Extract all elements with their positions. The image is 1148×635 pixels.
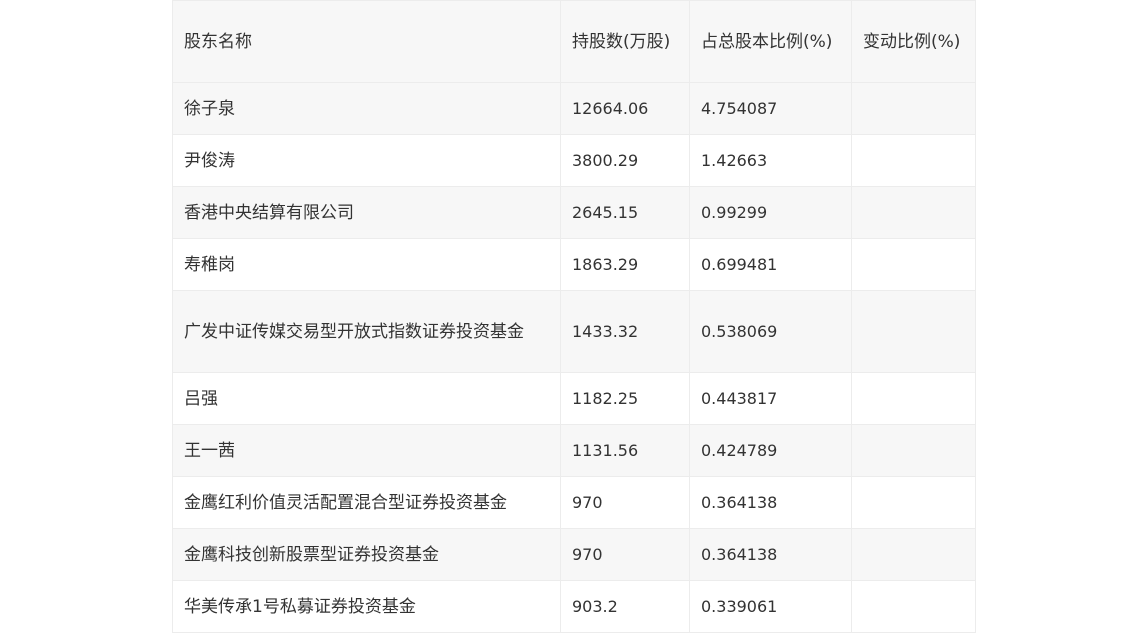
cell-name: 尹俊涛: [172, 134, 561, 187]
cell-name: 香港中央结算有限公司: [172, 186, 561, 239]
cell-change: [851, 82, 976, 135]
cell-ratio: 4.754087: [689, 82, 852, 135]
cell-change: [851, 134, 976, 187]
cell-change: [851, 528, 976, 581]
cell-shares: 1863.29: [560, 238, 690, 291]
header-share-ratio: 占总股本比例(%): [689, 0, 852, 83]
header-row: 股东名称 持股数(万股) 占总股本比例(%) 变动比例(%): [172, 0, 976, 83]
cell-name: 金鹰红利价值灵活配置混合型证券投资基金: [172, 476, 561, 529]
table-row: 香港中央结算有限公司 2645.15 0.99299: [172, 186, 976, 239]
shareholders-table-container: 股东名称 持股数(万股) 占总股本比例(%) 变动比例(%) 徐子泉 12664…: [172, 0, 976, 633]
header-shares: 持股数(万股): [560, 0, 690, 83]
cell-change: [851, 580, 976, 633]
table-row: 华美传承1号私募证券投资基金 903.2 0.339061: [172, 580, 976, 633]
table-row: 广发中证传媒交易型开放式指数证券投资基金 1433.32 0.538069: [172, 290, 976, 373]
cell-name: 金鹰科技创新股票型证券投资基金: [172, 528, 561, 581]
cell-name: 王一茜: [172, 424, 561, 477]
cell-shares: 2645.15: [560, 186, 690, 239]
cell-name: 吕强: [172, 372, 561, 425]
cell-shares: 970: [560, 476, 690, 529]
table-row: 尹俊涛 3800.29 1.42663: [172, 134, 976, 187]
table-row: 吕强 1182.25 0.443817: [172, 372, 976, 425]
cell-shares: 1182.25: [560, 372, 690, 425]
table-row: 王一茜 1131.56 0.424789: [172, 424, 976, 477]
cell-ratio: 0.443817: [689, 372, 852, 425]
table-row: 金鹰红利价值灵活配置混合型证券投资基金 970 0.364138: [172, 476, 976, 529]
cell-name: 寿稚岗: [172, 238, 561, 291]
cell-shares: 903.2: [560, 580, 690, 633]
cell-change: [851, 238, 976, 291]
table-row: 金鹰科技创新股票型证券投资基金 970 0.364138: [172, 528, 976, 581]
cell-name: 广发中证传媒交易型开放式指数证券投资基金: [172, 290, 561, 373]
cell-ratio: 0.99299: [689, 186, 852, 239]
cell-ratio: 0.699481: [689, 238, 852, 291]
cell-ratio: 1.42663: [689, 134, 852, 187]
cell-change: [851, 186, 976, 239]
shareholders-table: 股东名称 持股数(万股) 占总股本比例(%) 变动比例(%) 徐子泉 12664…: [172, 0, 976, 633]
cell-shares: 1433.32: [560, 290, 690, 373]
cell-shares: 3800.29: [560, 134, 690, 187]
cell-ratio: 0.339061: [689, 580, 852, 633]
table-header: 股东名称 持股数(万股) 占总股本比例(%) 变动比例(%): [172, 0, 976, 83]
header-change-ratio: 变动比例(%): [851, 0, 976, 83]
cell-ratio: 0.364138: [689, 476, 852, 529]
cell-shares: 1131.56: [560, 424, 690, 477]
cell-change: [851, 372, 976, 425]
cell-change: [851, 424, 976, 477]
cell-ratio: 0.538069: [689, 290, 852, 373]
cell-name: 徐子泉: [172, 82, 561, 135]
table-row: 徐子泉 12664.06 4.754087: [172, 82, 976, 135]
cell-shares: 970: [560, 528, 690, 581]
table-row: 寿稚岗 1863.29 0.699481: [172, 238, 976, 291]
cell-shares: 12664.06: [560, 82, 690, 135]
cell-ratio: 0.424789: [689, 424, 852, 477]
cell-change: [851, 290, 976, 373]
cell-ratio: 0.364138: [689, 528, 852, 581]
cell-name: 华美传承1号私募证券投资基金: [172, 580, 561, 633]
cell-change: [851, 476, 976, 529]
table-body: 徐子泉 12664.06 4.754087 尹俊涛 3800.29 1.4266…: [172, 82, 976, 633]
header-shareholder-name: 股东名称: [172, 0, 561, 83]
